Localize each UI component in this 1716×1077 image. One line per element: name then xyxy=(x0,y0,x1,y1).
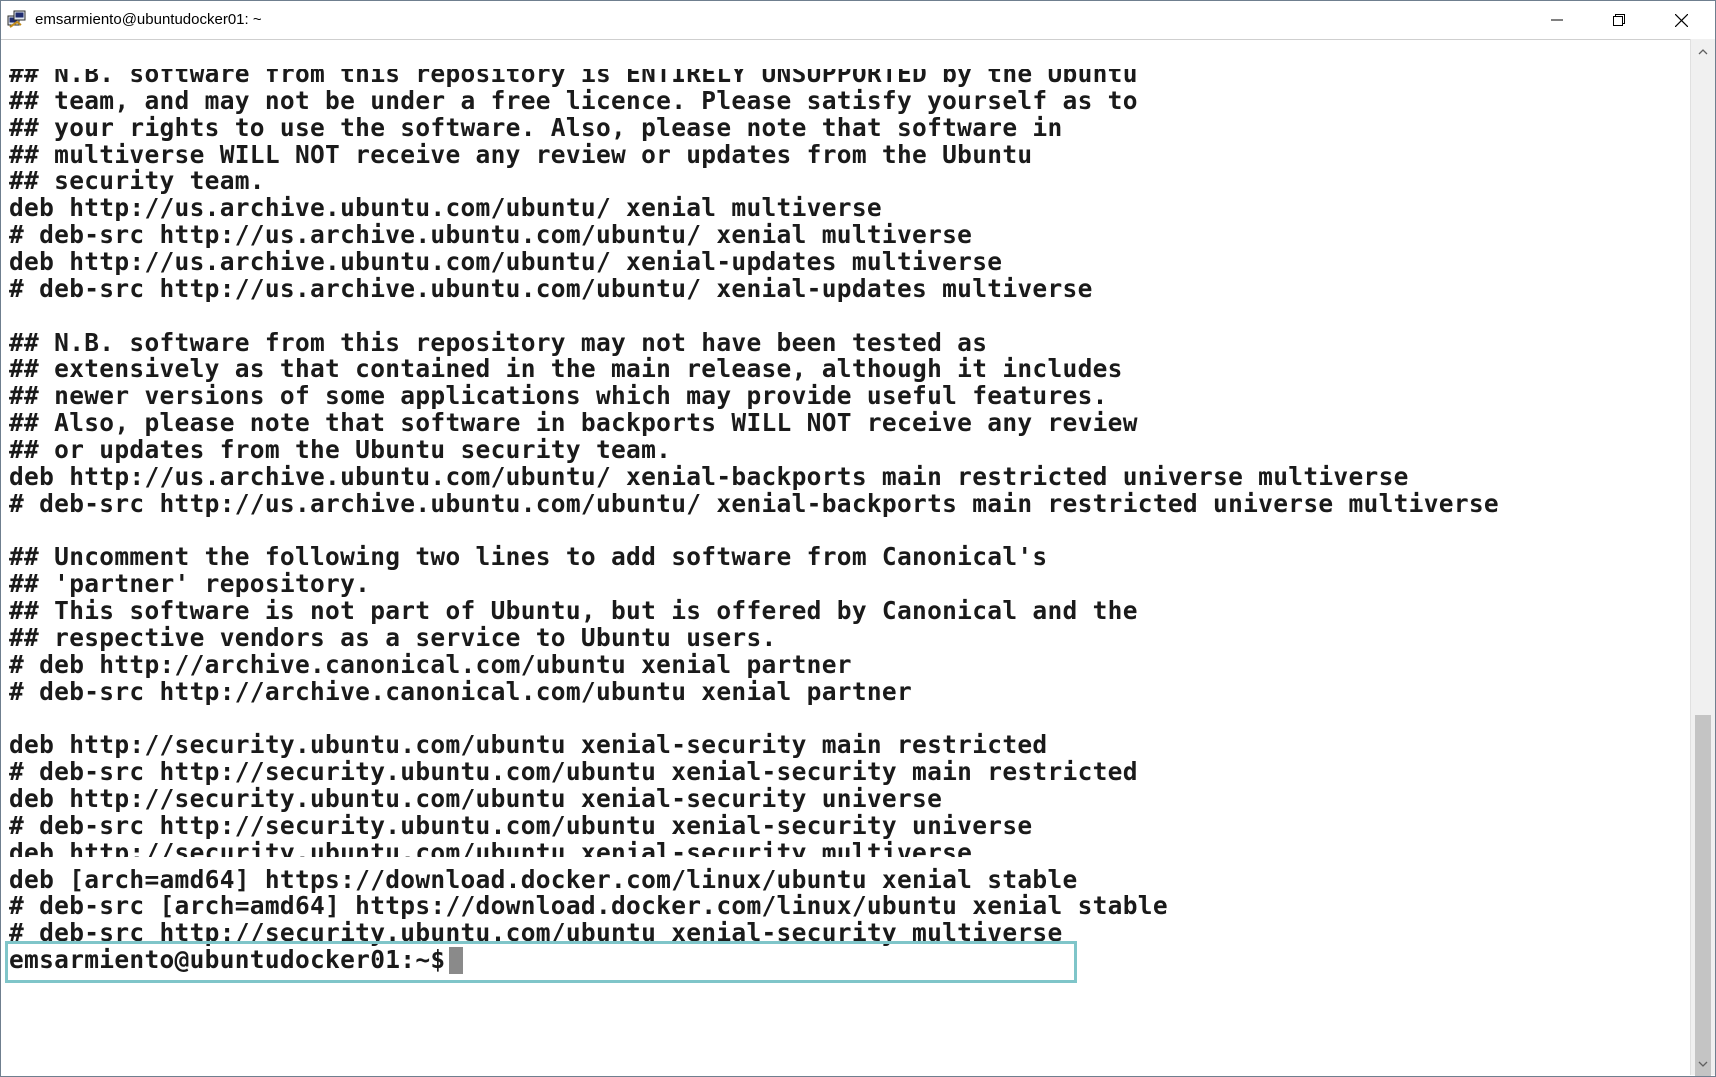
terminal-line: # deb-src http://us.archive.ubuntu.com/u… xyxy=(9,220,973,250)
terminal-line: deb http://us.archive.ubuntu.com/ubuntu/… xyxy=(9,461,1409,491)
scroll-up-button[interactable] xyxy=(1691,39,1715,63)
terminal-line: # deb-src http://archive.canonical.com/u… xyxy=(9,676,913,706)
window-title: emsarmiento@ubuntudocker01: ~ xyxy=(35,11,262,28)
terminal-line: deb http://us.archive.ubuntu.com/ubuntu/… xyxy=(9,193,882,223)
terminal-line: ## respective vendors as a service to Ub… xyxy=(9,622,777,652)
terminal-line: ## security team. xyxy=(9,166,265,196)
terminal-window: emsarmiento@ubuntudocker01: ~ ## N.B. so… xyxy=(0,0,1716,1077)
scroll-thumb[interactable] xyxy=(1695,715,1711,1076)
terminal-line: # deb-src http://security.ubuntu.com/ubu… xyxy=(9,918,1063,948)
terminal-line: deb http://us.archive.ubuntu.com/ubuntu/… xyxy=(9,246,1003,276)
minimize-icon xyxy=(1551,14,1563,26)
shell-prompt: emsarmiento@ubuntudocker01:~$ xyxy=(9,945,446,975)
terminal-line: ## extensively as that contained in the … xyxy=(9,354,1123,384)
terminal-line: ## 'partner' repository. xyxy=(9,569,371,599)
close-button[interactable] xyxy=(1652,1,1710,39)
terminal-line: deb [arch=amd64] https://download.docker… xyxy=(9,864,1078,894)
terminal-output[interactable]: ## N.B. software from this repository is… xyxy=(9,69,1689,1069)
title-bar[interactable]: emsarmiento@ubuntudocker01: ~ xyxy=(1,1,1715,40)
terminal-line: # deb-src http://security.ubuntu.com/ubu… xyxy=(9,757,1138,787)
scroll-down-button[interactable] xyxy=(1691,1051,1715,1075)
terminal-line: ## This software is not part of Ubuntu, … xyxy=(9,596,1138,625)
terminal-line: ## or updates from the Ubuntu security t… xyxy=(9,434,672,464)
shell-prompt-line[interactable]: emsarmiento@ubuntudocker01:~$ xyxy=(9,945,464,975)
terminal-line: ## N.B. software from this repository ma… xyxy=(9,327,988,357)
terminal-line: ## Also, please note that software in ba… xyxy=(9,408,1138,438)
vertical-scrollbar[interactable] xyxy=(1690,39,1715,1076)
terminal-line: # deb-src [arch=amd64] https://download.… xyxy=(9,891,1168,921)
minimize-button[interactable] xyxy=(1528,1,1586,39)
restore-icon xyxy=(1613,14,1625,26)
close-icon xyxy=(1674,13,1688,27)
terminal-line: # deb-src http://us.archive.ubuntu.com/u… xyxy=(9,488,1499,518)
terminal-line: ## your rights to use the software. Also… xyxy=(9,112,1063,142)
terminal-line: deb http://security.ubuntu.com/ubuntu xe… xyxy=(9,730,1048,760)
chevron-down-icon xyxy=(1698,1054,1708,1072)
terminal-line: deb http://security.ubuntu.com/ubuntu xe… xyxy=(9,837,973,867)
terminal-line: # deb http://archive.canonical.com/ubunt… xyxy=(9,649,852,679)
terminal-line: ## Uncomment the following two lines to … xyxy=(9,542,1048,572)
chevron-up-icon xyxy=(1698,42,1708,60)
terminal-line: # deb-src http://security.ubuntu.com/ubu… xyxy=(9,810,1033,840)
terminal-line: deb http://security.ubuntu.com/ubuntu xe… xyxy=(9,783,943,813)
restore-button[interactable] xyxy=(1590,1,1648,39)
putty-app-icon[interactable] xyxy=(7,10,27,30)
terminal-line: ## team, and may not be under a free lic… xyxy=(9,85,1138,115)
terminal-line: # deb-src http://us.archive.ubuntu.com/u… xyxy=(9,273,1093,303)
terminal-line: ## multiverse WILL NOT receive any revie… xyxy=(9,139,1033,169)
terminal-line: ## newer versions of some applications w… xyxy=(9,381,1108,411)
text-cursor xyxy=(449,947,464,975)
